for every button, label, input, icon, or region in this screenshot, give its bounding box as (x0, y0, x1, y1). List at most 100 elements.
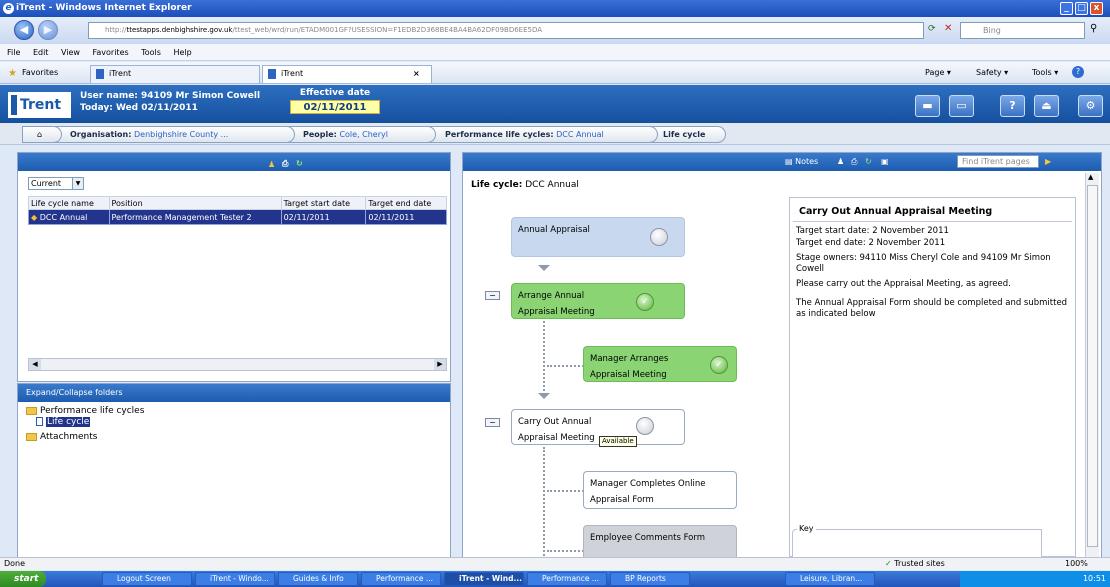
security-zone: ✓ Trusted sites (885, 558, 945, 570)
cell-life-cycle-name: ◆ DCC Annual (28, 209, 110, 225)
cell-position: Performance Management Tester 2 (108, 209, 282, 225)
logo-text: Trent (20, 97, 62, 113)
folder-performance-life-cycles[interactable]: Performance life cycles (26, 406, 144, 416)
back-button[interactable]: ◀ (14, 20, 34, 40)
notes-icon: ▤ (785, 157, 793, 166)
maximize-button[interactable]: □ (1075, 2, 1088, 15)
stage-manager-completes-online[interactable]: Manager Completes Online Appraisal Form (583, 471, 737, 509)
tools-button[interactable]: ⚙ (1078, 95, 1103, 117)
find-placeholder: Find iTrent pages (962, 157, 1030, 166)
refresh-icon[interactable]: ↻ (865, 153, 872, 171)
menu-view[interactable]: View (61, 48, 80, 57)
today-date: Today: Wed 02/11/2011 (80, 103, 198, 113)
horizontal-scrollbar[interactable]: ◀ ▶ (28, 358, 447, 371)
search-input[interactable]: Bing (960, 22, 1085, 39)
window-button[interactable]: ▭ (949, 95, 974, 117)
menu-help[interactable]: Help (173, 48, 191, 57)
scroll-left-icon[interactable]: ◀ (29, 359, 41, 370)
start-button[interactable]: start (0, 571, 46, 587)
find-itrent-pages-input[interactable]: Find iTrent pages (957, 155, 1039, 168)
minimize-button[interactable]: _ (1060, 2, 1073, 15)
task-bp-reports[interactable]: BP Reports (610, 572, 690, 586)
col-position[interactable]: Position (108, 196, 282, 210)
refresh-icon[interactable]: ⟳ (928, 24, 936, 34)
collapse-icon[interactable]: − (485, 291, 500, 300)
user-button[interactable]: ⏏ (1034, 95, 1059, 117)
toolbar-safety[interactable]: Safety ▾ (976, 68, 1008, 77)
breadcrumb-life-cycle[interactable]: Life cycle (648, 126, 726, 143)
task-itrent-active[interactable]: iTrent - Wind... (444, 572, 524, 586)
breadcrumb-performance-life-cycles[interactable]: Performance life cycles: DCC Annual (428, 126, 658, 143)
tab-itrent-2[interactable]: iTrent × (262, 65, 432, 83)
search-icon[interactable]: ⚲ (1090, 23, 1097, 34)
collapse-icon[interactable]: − (485, 418, 500, 427)
menu-bar: File Edit View Favorites Tools Help (0, 44, 1110, 61)
close-tab-icon[interactable]: × (413, 66, 420, 82)
window-title: iTrent - Windows Internet Explorer (16, 3, 192, 13)
vertical-scrollbar[interactable]: ▲ ▼ (1085, 173, 1099, 567)
zoom-level[interactable]: 100% (1065, 558, 1088, 570)
favorites-button[interactable]: Favorites (22, 68, 58, 77)
stage-target-end: Target end date: 2 November 2011 (796, 238, 946, 248)
col-target-end[interactable]: Target end date (365, 196, 447, 210)
home-button[interactable]: ▬ (915, 95, 940, 117)
url-input[interactable]: http://ttestapps.denbighshire.gov.uk/tte… (88, 22, 924, 39)
forward-button[interactable]: ▶ (38, 20, 58, 40)
tab-itrent-1[interactable]: iTrent (90, 65, 260, 83)
help-icon[interactable]: ? (1072, 66, 1084, 78)
refresh-icon[interactable]: ↻ (296, 155, 303, 173)
scroll-right-icon[interactable]: ▶ (434, 359, 446, 370)
stage-label: Employee Comments Form (590, 533, 705, 543)
task-leisure[interactable]: Leisure, Libran... (785, 572, 875, 586)
scroll-up-icon[interactable]: ▲ (1088, 173, 1093, 181)
toolbar-tools[interactable]: Tools ▾ (1032, 68, 1058, 77)
menu-edit[interactable]: Edit (33, 48, 49, 57)
folder-life-cycle[interactable]: Life cycle (36, 417, 91, 427)
menu-tools[interactable]: Tools (141, 48, 161, 57)
close-button[interactable]: x (1090, 2, 1103, 15)
task-guides-info[interactable]: Guides & Info (278, 572, 358, 586)
scrollbar-thumb[interactable] (1087, 185, 1098, 547)
task-logout-screen[interactable]: Logout Screen (102, 572, 192, 586)
flow-connector (543, 447, 545, 567)
home-icon: ⌂ (37, 130, 43, 139)
print-icon[interactable]: ⎙ (282, 155, 288, 173)
help-button[interactable]: ? (1000, 95, 1025, 117)
toolbar-page[interactable]: Page ▾ (925, 68, 951, 77)
stage-carry-out-annual-appraisal[interactable]: Carry Out Annual Appraisal Meeting (511, 409, 685, 445)
menu-favorites[interactable]: Favorites (93, 48, 129, 57)
col-life-cycle-name[interactable]: Life cycle name (28, 196, 110, 210)
favorites-star-icon[interactable]: ★ (8, 68, 17, 79)
crumb-value: Denbighshire County ... (133, 130, 229, 139)
col-target-start[interactable]: Target start date (280, 196, 367, 210)
table-row[interactable]: ◆ DCC Annual Performance Management Test… (28, 209, 447, 225)
menu-file[interactable]: File (7, 48, 20, 57)
save-icon[interactable]: ▣ (881, 153, 889, 171)
breadcrumb-organisation[interactable]: Organisation: Denbighshire County ... (55, 126, 295, 143)
find-go-icon[interactable]: ▶ (1045, 153, 1051, 171)
stage-manager-arranges[interactable]: Manager Arranges Appraisal Meeting ✓ (583, 346, 737, 382)
folder-attachments[interactable]: Attachments (26, 432, 97, 442)
people-icon[interactable]: ♟ (837, 153, 844, 171)
crumb-value: Cole, Cheryl (339, 130, 388, 139)
search-placeholder: Bing (983, 26, 1001, 35)
tab-label: iTrent (109, 69, 132, 78)
print-icon[interactable]: ⎙ (851, 153, 857, 171)
stage-annual-appraisal[interactable]: Annual Appraisal (511, 217, 685, 257)
breadcrumb-people[interactable]: People: Cole, Cheryl (286, 126, 436, 143)
task-performance-2[interactable]: Performance ... (527, 572, 607, 586)
life-cycle-list-panel: ♟ ⎙ ↻ Current ▼ Life cycle name Position … (17, 152, 451, 382)
task-itrent-1[interactable]: iTrent - Windo... (195, 572, 275, 586)
current-filter-select[interactable]: Current ▼ (28, 177, 84, 190)
stage-arrange-annual-appraisal[interactable]: Arrange Annual Appraisal Meeting ✓ (511, 283, 685, 319)
table-header-row: Life cycle name Position Target start da… (28, 196, 447, 210)
task-performance-1[interactable]: Performance ... (361, 572, 441, 586)
breadcrumb-home[interactable]: ⌂ (22, 126, 62, 143)
crumb-label: Organisation: (70, 130, 132, 139)
person-icon[interactable]: ♟ (268, 156, 275, 174)
folder-label: Life cycle (46, 417, 91, 427)
life-cycle-value: DCC Annual (525, 180, 579, 190)
notes-button[interactable]: ▤ Notes (785, 153, 818, 171)
effective-date-field[interactable]: 02/11/2011 (290, 100, 380, 114)
stop-icon[interactable]: ✕ (944, 23, 952, 34)
